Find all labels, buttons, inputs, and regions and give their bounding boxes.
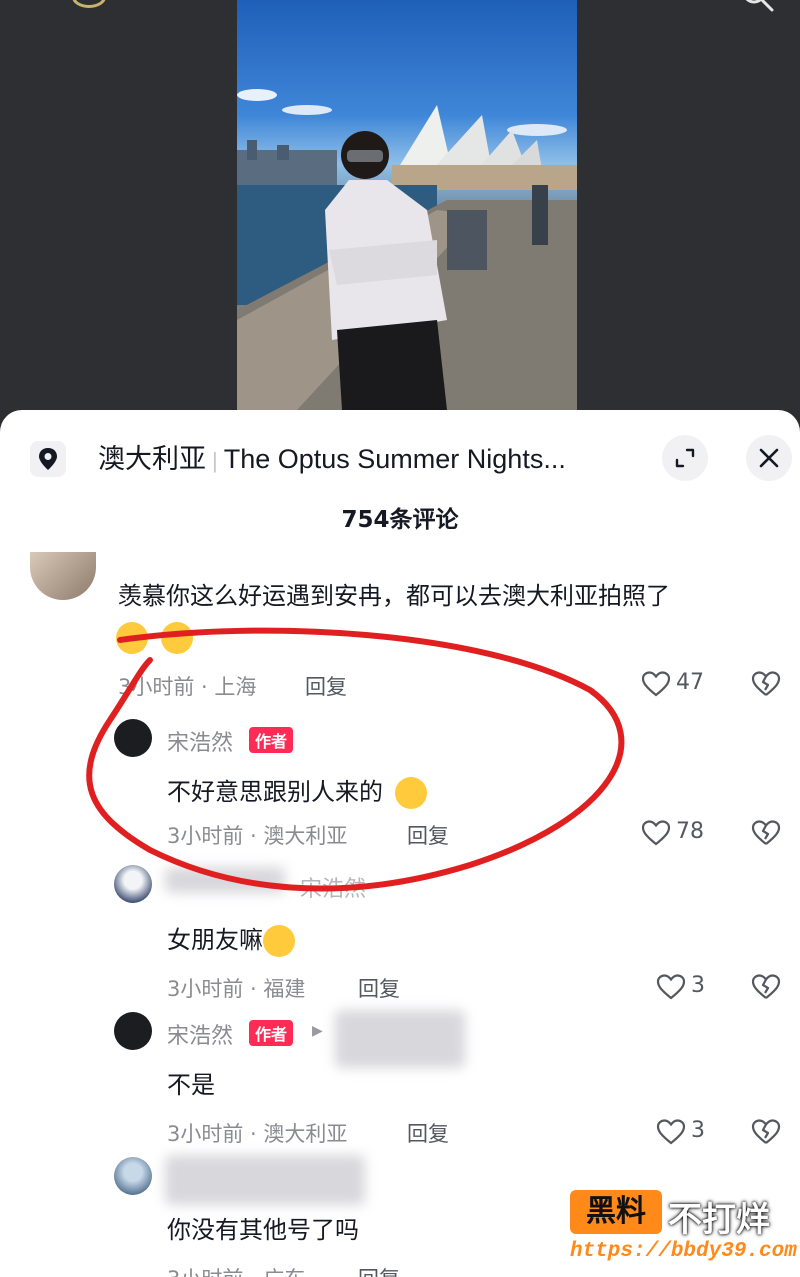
comment-text: 羡慕你这么好运遇到安冉，都可以去澳大利亚拍照了 (118, 582, 670, 610)
dislike-button[interactable] (750, 668, 784, 702)
search-icon[interactable] (740, 0, 776, 14)
blurred-username (165, 1155, 365, 1205)
crying-emoji-icon (161, 622, 194, 654)
avatar-icon[interactable] (72, 0, 106, 8)
video-area (0, 0, 800, 410)
avatar[interactable] (114, 719, 152, 757)
comment-text: 不好意思跟别人来的 (167, 772, 427, 809)
comment-meta: 3小时前 · 广东 (167, 1263, 305, 1277)
reply-button[interactable]: 回复 (407, 1118, 449, 1148)
watermark-badge: 黑料 (570, 1190, 662, 1234)
comment-text: 不是 (167, 1071, 215, 1099)
author-badge: 作者 (249, 1020, 294, 1046)
location-region: 澳大利亚 (98, 444, 206, 474)
comment-text: 你没有其他号了吗 (167, 1216, 359, 1244)
avatar[interactable] (114, 1012, 152, 1050)
broken-heart-icon (751, 1119, 781, 1144)
comment-sheet: 澳大利亚 | The Optus Summer Nights... 754条评论 羡… (0, 410, 800, 1277)
like-count: 78 (676, 819, 704, 844)
expand-button[interactable] (662, 435, 708, 481)
comment-meta: 3小时前 · 福建 (167, 977, 306, 1001)
location-separator: | (212, 448, 218, 473)
watermark-url: https://bbdy39.com (570, 1240, 797, 1263)
wink-emoji-icon (263, 925, 295, 957)
video-photo[interactable] (237, 0, 577, 410)
watermark-title: 不打烊 (668, 1200, 770, 1240)
smile-emoji-icon (394, 777, 427, 809)
comment-count: 754条评论 (341, 507, 459, 533)
comment-meta: 3小时前 · 上海 (118, 675, 257, 699)
reply-button[interactable]: 回复 (358, 973, 400, 1003)
reply-button[interactable]: 回复 (407, 820, 449, 850)
dislike-button[interactable] (750, 971, 784, 1005)
blurred-username (335, 1010, 465, 1068)
broken-heart-icon (751, 974, 781, 999)
location-pin-icon (30, 441, 66, 477)
heart-icon (641, 820, 671, 846)
location-label[interactable]: 澳大利亚 | The Optus Summer Nights... (98, 437, 566, 476)
like-button[interactable]: 3 (655, 1116, 725, 1150)
reply-button[interactable]: 回复 (305, 671, 347, 701)
like-count: 47 (676, 670, 704, 695)
photo-illustration (237, 89, 577, 410)
close-icon (759, 448, 779, 468)
dislike-button[interactable] (750, 1116, 784, 1150)
location-row[interactable]: 澳大利亚 | The Optus Summer Nights... (30, 435, 792, 495)
author-name[interactable]: 宋浩然 (167, 725, 233, 757)
like-button[interactable]: 47 (640, 668, 710, 702)
reply-arrow-icon: ▶ (312, 1023, 323, 1039)
reply-button[interactable]: 回复 (358, 1263, 400, 1277)
like-count: 3 (691, 973, 705, 998)
heart-icon (641, 671, 671, 697)
broken-heart-icon (751, 820, 781, 845)
like-button[interactable]: 3 (655, 971, 725, 1005)
comment-text-content: 不好意思跟别人来的 (167, 778, 383, 806)
location-place: The Optus Summer Nights... (223, 444, 566, 474)
comment-meta: 3小时前 · 澳大利亚 (167, 824, 348, 848)
heart-icon (656, 1119, 686, 1145)
comment-meta: 3小时前 · 澳大利亚 (167, 1122, 348, 1146)
author-name[interactable]: 宋浩然 (167, 1018, 233, 1050)
author-badge: 作者 (249, 727, 294, 753)
crying-emoji-icon (116, 622, 148, 654)
broken-heart-icon (751, 671, 781, 696)
avatar[interactable] (114, 1157, 152, 1195)
expand-icon (675, 448, 695, 468)
watermark: 黑料 不打烊 https://bbdy39.com (570, 1190, 797, 1275)
like-count: 3 (691, 1118, 705, 1143)
heart-icon (656, 974, 686, 1000)
emoji-row (116, 622, 194, 654)
like-button[interactable]: 78 (640, 817, 710, 851)
dislike-button[interactable] (750, 817, 784, 851)
comment-text-content: 女朋友嘛 (167, 926, 263, 954)
reply-target-name[interactable]: 宋浩然 (300, 871, 366, 903)
avatar[interactable] (114, 865, 152, 903)
comment-text: 女朋友嘛 (167, 920, 295, 957)
close-button[interactable] (746, 435, 792, 481)
avatar[interactable] (30, 552, 96, 600)
blurred-username (165, 867, 285, 893)
